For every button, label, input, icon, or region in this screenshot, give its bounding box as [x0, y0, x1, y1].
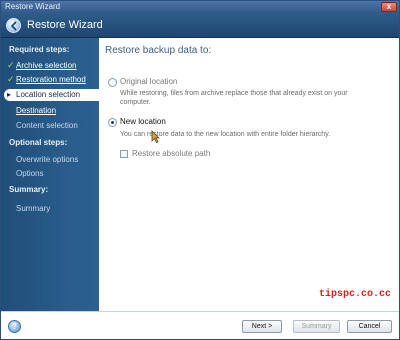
step-label: Destination	[16, 106, 57, 115]
window-titlebar[interactable]: Restore Wizard x	[1, 1, 399, 13]
step-destination[interactable]: Destination	[1, 105, 99, 117]
step-label: Options	[16, 169, 44, 178]
mouse-cursor-icon	[151, 130, 160, 143]
original-location-description: While restoring, files from archive repl…	[120, 90, 348, 106]
wizard-header: Restore Wizard	[1, 13, 399, 38]
step-location-selection[interactable]: ▸ Location selection	[4, 89, 99, 101]
section-summary: Summary:	[9, 185, 49, 194]
wizard-footer: ? Next > Summary Cancel	[1, 311, 399, 339]
step-label: Restoration method	[16, 75, 86, 84]
window-title: Restore Wizard	[5, 2, 61, 11]
restore-absolute-path-checkbox[interactable]	[120, 150, 128, 158]
page-title: Restore backup data to:	[105, 45, 212, 56]
original-location-label[interactable]: Original location	[120, 77, 177, 86]
new-location-description: You can restore data to the new location…	[120, 131, 331, 138]
summary-button[interactable]: Summary	[293, 320, 340, 333]
wizard-title: Restore Wizard	[27, 19, 103, 31]
step-content-selection: Content selection	[1, 120, 99, 132]
wizard-content: Restore backup data to: Original locatio…	[99, 38, 399, 311]
restore-absolute-path-label[interactable]: Restore absolute path	[132, 149, 210, 158]
restore-wizard-window: Restore Wizard x Restore Wizard Required…	[0, 0, 400, 340]
new-location-radio[interactable]	[108, 118, 117, 127]
close-icon: x	[386, 2, 392, 11]
step-archive-selection[interactable]: ✓ Archive selection	[1, 60, 99, 72]
step-label: Summary	[16, 204, 51, 213]
step-label: Overwrite options	[16, 155, 79, 164]
help-button[interactable]: ?	[8, 320, 21, 333]
step-restoration-method[interactable]: ✓ Restoration method	[1, 74, 99, 86]
step-label: Content selection	[16, 121, 78, 130]
back-button[interactable]	[6, 18, 21, 33]
next-button-label: Next >	[251, 323, 273, 330]
step-label: Archive selection	[16, 61, 77, 70]
summary-button-label: Summary	[301, 323, 332, 330]
check-icon: ✓	[7, 60, 15, 70]
check-icon: ✓	[7, 74, 15, 84]
section-optional-steps: Optional steps:	[9, 138, 68, 147]
back-arrow-icon	[11, 21, 17, 31]
section-required-steps: Required steps:	[9, 45, 70, 54]
cancel-button[interactable]: Cancel	[347, 320, 392, 333]
help-icon: ?	[12, 322, 17, 331]
wizard-steps-sidebar: Required steps: ✓ Archive selection ✓ Re…	[1, 38, 99, 311]
new-location-label[interactable]: New location	[120, 117, 166, 126]
step-options: Options	[1, 168, 99, 180]
original-location-radio[interactable]	[108, 78, 117, 87]
step-label: Location selection	[16, 90, 81, 99]
watermark-text: tipspc.co.cc	[319, 289, 392, 300]
step-overwrite-options: Overwrite options	[1, 154, 99, 166]
next-button[interactable]: Next >	[242, 320, 282, 333]
close-window-button[interactable]: x	[381, 2, 397, 12]
current-step-icon: ▸	[7, 90, 12, 99]
cancel-button-label: Cancel	[358, 323, 381, 330]
step-summary: Summary	[1, 203, 99, 215]
